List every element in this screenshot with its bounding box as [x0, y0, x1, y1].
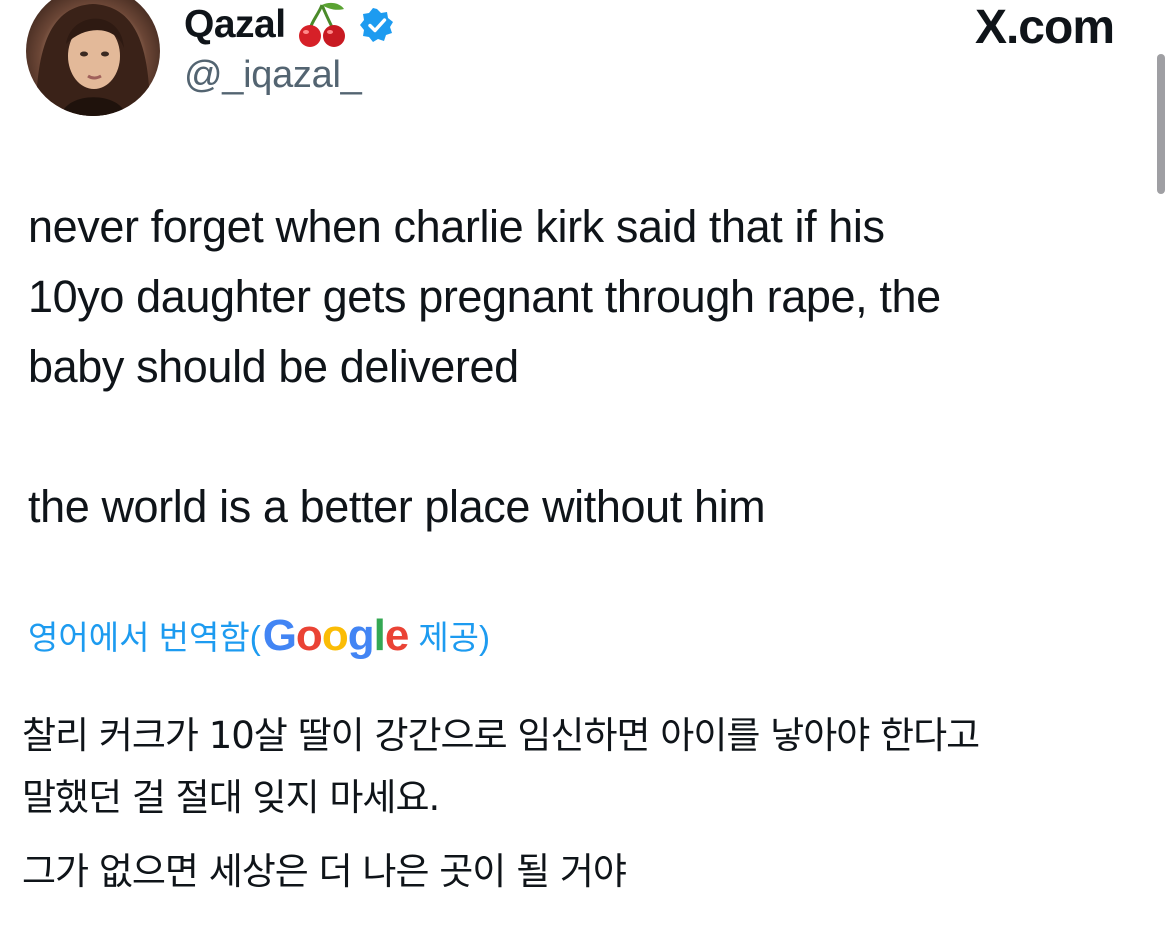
tweet-text-line: the world is a better place without him — [28, 481, 766, 532]
tweet-text-line: never forget when charlie kirk said that… — [28, 201, 885, 252]
translated-text-line: 찰리 커크가 10살 딸이 강간으로 임신하면 아이를 낳아야 한다고 — [22, 714, 980, 757]
translation-label-suffix: 제공) — [418, 619, 491, 656]
profile-photo — [36, 4, 150, 116]
translated-text: 찰리 커크가 10살 딸이 강간으로 임신하면 아이를 낳아야 한다고 말했던 … — [22, 705, 1142, 903]
google-logo-letter: g — [347, 611, 375, 660]
tweet-text: never forget when charlie kirk said that… — [28, 192, 1138, 542]
author-handle[interactable]: @_iqazal_ — [184, 54, 362, 97]
avatar[interactable] — [26, 0, 160, 116]
translated-text-line: 말했던 걸 절대 잊지 마세요. — [22, 776, 440, 819]
translation-label-prefix: 영어에서 번역함( — [28, 619, 261, 656]
google-logo-letter: e — [384, 611, 410, 660]
translated-text-line: 그가 없으면 세상은 더 나은 곳이 될 거야 — [22, 850, 627, 893]
tweet-text-line: baby should be delivered — [28, 341, 519, 392]
scrollbar[interactable] — [1157, 54, 1165, 194]
verified-badge-icon[interactable] — [359, 8, 394, 42]
site-label-text: X.com — [974, 1, 1115, 54]
google-logo-letter: o — [321, 611, 349, 660]
google-logo-letter: o — [295, 611, 323, 660]
author-name-row: Qazal — [184, 2, 394, 48]
site-label: X.com — [974, 0, 1115, 55]
author-display-name[interactable]: Qazal — [184, 3, 286, 47]
tweet-text-line: 10yo daughter gets pregnant through rape… — [28, 271, 941, 322]
google-logo-letter: l — [373, 611, 386, 660]
cherry-icon — [296, 1, 348, 49]
google-logo: Google — [262, 611, 410, 661]
translation-attribution-link[interactable]: 영어에서 번역함( Google 제공) — [28, 610, 490, 660]
google-logo-letter: G — [262, 611, 297, 660]
